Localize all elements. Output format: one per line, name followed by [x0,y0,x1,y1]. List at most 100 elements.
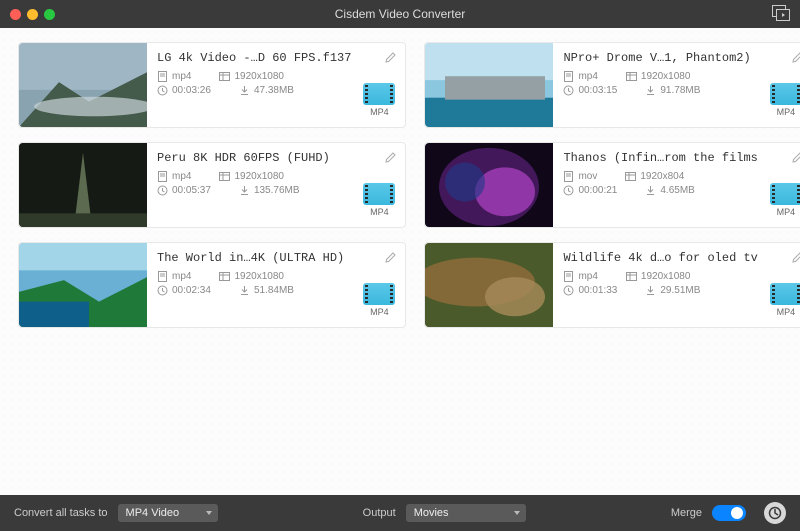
output-format-button[interactable]: MP4 [768,83,800,117]
video-title: Wildlife 4k d…o for oled tv [563,251,757,265]
app-title: Cisdem Video Converter [0,7,800,21]
video-info: Peru 8K HDR 60FPS (FUHD) mp4 1920x1080 0… [147,143,357,227]
video-title: LG 4k Video -…D 60 FPS.f137 [157,51,351,65]
video-size: 91.78MB [645,85,700,96]
video-format: mp4 [563,271,597,282]
download-icon [645,85,656,96]
output-format-button[interactable]: MP4 [361,283,397,317]
format-chip-icon [363,83,395,105]
resolution-icon [219,71,230,82]
video-resolution: 1920x1080 [219,171,284,182]
clock-icon [563,85,574,96]
video-resolution: 1920x804 [625,171,684,182]
video-title: The World in…4K (ULTRA HD) [157,251,351,265]
file-icon [563,71,574,82]
close-window-button[interactable] [10,9,21,20]
format-chip-icon [770,83,800,105]
file-icon [157,271,168,282]
video-duration: 00:02:34 [157,285,211,296]
video-title: NPro+ Drome V…1, Phantom2) [563,51,757,65]
download-icon [239,85,250,96]
video-duration: 00:00:21 [563,185,617,196]
clock-icon [563,185,574,196]
video-format: mov [563,171,597,182]
video-card[interactable]: Thanos (Infin…rom the films mov 1920x804… [424,142,800,228]
video-card[interactable]: Wildlife 4k d…o for oled tv mp4 1920x108… [424,242,800,328]
edit-icon[interactable] [384,251,397,269]
video-title: Peru 8K HDR 60FPS (FUHD) [157,151,351,165]
minimize-window-button[interactable] [27,9,38,20]
video-thumbnail[interactable] [19,243,147,327]
resolution-icon [626,71,637,82]
video-info: LG 4k Video -…D 60 FPS.f137 mp4 1920x108… [147,43,357,127]
app-window: Cisdem Video Converter LG 4k Video -…D 6… [0,0,800,531]
output-format-button[interactable]: MP4 [361,83,397,117]
video-card[interactable]: Peru 8K HDR 60FPS (FUHD) mp4 1920x1080 0… [18,142,406,228]
video-thumbnail[interactable] [425,243,553,327]
video-format: mp4 [157,271,191,282]
clock-icon [157,285,168,296]
output-format-button[interactable]: MP4 [361,183,397,217]
merge-label: Merge [671,507,702,519]
output-format-button[interactable]: MP4 [768,183,800,217]
convert-button[interactable] [764,502,786,524]
clock-icon [563,285,574,296]
video-thumbnail[interactable] [19,143,147,227]
edit-icon[interactable] [791,151,800,169]
media-library-icon[interactable] [772,5,790,26]
video-info: NPro+ Drome V…1, Phantom2) mp4 1920x1080… [553,43,763,127]
video-size: 4.65MB [645,185,694,196]
edit-icon[interactable] [791,251,800,269]
video-size: 51.84MB [239,285,294,296]
output-format-label: MP4 [370,307,389,317]
resolution-icon [219,171,230,182]
video-thumbnail[interactable] [19,43,147,127]
edit-icon[interactable] [384,151,397,169]
video-duration: 00:03:15 [563,85,617,96]
download-icon [239,185,250,196]
video-card[interactable]: The World in…4K (ULTRA HD) mp4 1920x1080… [18,242,406,328]
video-size: 29.51MB [645,285,700,296]
main-content: LG 4k Video -…D 60 FPS.f137 mp4 1920x108… [0,28,800,495]
video-thumbnail[interactable] [425,143,553,227]
video-resolution: 1920x1080 [626,271,691,282]
titlebar: Cisdem Video Converter [0,0,800,28]
resolution-icon [219,271,230,282]
format-chip-icon [770,183,800,205]
clock-icon [157,85,168,96]
resolution-icon [626,271,637,282]
output-format-label: MP4 [370,207,389,217]
video-resolution: 1920x1080 [219,271,284,282]
video-grid: LG 4k Video -…D 60 FPS.f137 mp4 1920x108… [18,42,782,328]
edit-icon[interactable] [384,51,397,69]
video-duration: 00:01:33 [563,285,617,296]
output-format-button[interactable]: MP4 [768,283,800,317]
edit-icon[interactable] [791,51,800,69]
video-size: 135.76MB [239,185,300,196]
file-icon [563,171,574,182]
zoom-window-button[interactable] [44,9,55,20]
video-info: The World in…4K (ULTRA HD) mp4 1920x1080… [147,243,357,327]
window-controls [10,9,55,20]
video-card[interactable]: NPro+ Drome V…1, Phantom2) mp4 1920x1080… [424,42,800,128]
download-icon [645,285,656,296]
video-card[interactable]: LG 4k Video -…D 60 FPS.f137 mp4 1920x108… [18,42,406,128]
convert-all-label: Convert all tasks to [14,507,108,519]
file-icon [157,71,168,82]
video-format: mp4 [563,71,597,82]
video-thumbnail[interactable] [425,43,553,127]
download-icon [239,285,250,296]
video-resolution: 1920x1080 [626,71,691,82]
download-icon [645,185,656,196]
output-format-label: MP4 [777,107,796,117]
format-chip-icon [770,283,800,305]
video-resolution: 1920x1080 [219,71,284,82]
merge-toggle[interactable] [712,505,746,521]
output-folder-select[interactable]: Movies [406,504,526,522]
convert-format-select[interactable]: MP4 Video [118,504,218,522]
video-duration: 00:03:26 [157,85,211,96]
resolution-icon [625,171,636,182]
video-info: Thanos (Infin…rom the films mov 1920x804… [553,143,763,227]
video-size: 47.38MB [239,85,294,96]
output-format-label: MP4 [370,107,389,117]
